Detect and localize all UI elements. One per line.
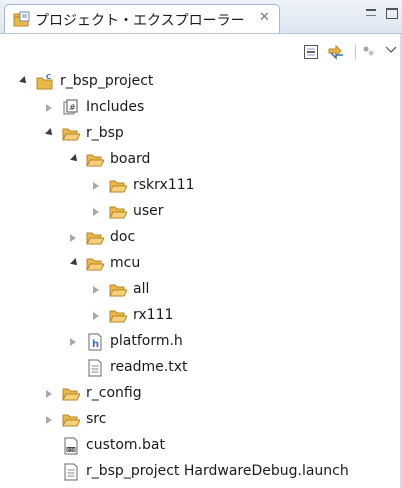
tree-item-label: r_bsp_project HardwareDebug.launch [86,463,349,479]
tree-item-rskrx111[interactable]: rskrx111 [0,174,402,198]
tree-item-label: readme.txt [110,359,188,375]
text-file-icon [88,359,102,377]
tree-item-rx111[interactable]: rx111 [0,304,402,328]
includes-icon: # [63,99,78,115]
tree-item-label: r_bsp_project [60,73,154,89]
expanded-triangle-icon[interactable] [70,258,80,268]
tree-item-board[interactable]: board [0,148,402,172]
expanded-triangle-icon[interactable] [45,128,55,138]
view-toolbar [0,34,402,64]
view-menu-icon[interactable] [362,44,376,58]
folder-icon [109,206,127,219]
tree-item-readme-txt[interactable]: readme.txt [0,356,402,380]
tree-item-launch-file[interactable]: r_bsp_project HardwareDebug.launch [0,460,402,484]
tree-item-label: src [86,411,107,427]
tree-item-src[interactable]: src [0,408,402,432]
svg-text:010: 010 [67,447,75,453]
collapsed-triangle-icon[interactable] [93,286,99,294]
tree-item-label: r_config [86,385,142,401]
tree-item-label: rx111 [133,307,174,323]
link-with-editor-icon[interactable] [327,44,345,60]
tree-item-label: all [133,281,150,297]
collapsed-triangle-icon[interactable] [46,390,52,398]
chevron-down-icon[interactable] [385,46,397,54]
tree-item-all[interactable]: all [0,278,402,302]
folder-icon [62,128,80,141]
folder-icon [86,154,104,167]
svg-text:#: # [69,103,76,112]
svg-text:h: h [92,339,99,350]
binary-file-icon: 010 [64,437,78,455]
minimize-icon[interactable] [366,9,376,16]
collapsed-triangle-icon[interactable] [93,208,99,216]
tree-item-doc[interactable]: doc [0,226,402,250]
collapse-all-icon[interactable] [303,44,319,60]
folder-icon [62,414,80,427]
tree-item-label: doc [110,229,136,245]
text-file-icon [64,463,78,481]
view-title: プロジェクト・エクスプローラー [35,13,245,29]
tree-item-label: user [133,203,164,219]
svg-text:C: C [46,73,51,81]
tree-item-mcu[interactable]: mcu [0,252,402,276]
tree-item-r-config[interactable]: r_config [0,382,402,406]
tree-item-label: custom.bat [86,437,165,453]
tree-item-label: platform.h [110,333,183,349]
tree-item-label: board [110,151,151,167]
tree-item-includes[interactable]: # Includes [0,96,402,120]
folder-icon [86,258,104,271]
tree-item-r-bsp-project[interactable]: C r_bsp_project [0,70,402,94]
folder-icon [62,388,80,401]
folder-icon [109,284,127,297]
project-explorer-icon [13,11,30,27]
tree-item-custom-bat[interactable]: 010 custom.bat [0,434,402,458]
close-icon[interactable]: ✕ [259,10,270,26]
c-project-icon: C [36,73,53,90]
tree-item-label: mcu [110,255,141,271]
tree-item-user[interactable]: user [0,200,402,224]
tree-item-label: rskrx111 [133,177,195,193]
collapsed-triangle-icon[interactable] [70,234,76,242]
collapsed-triangle-icon[interactable] [46,416,52,424]
toolbar-separator [355,44,356,60]
expanded-triangle-icon[interactable] [19,76,29,86]
collapsed-triangle-icon[interactable] [93,312,99,320]
tree-item-label: r_bsp [86,125,124,141]
collapsed-triangle-icon[interactable] [46,104,52,112]
view-tab-bar: プロジェクト・エクスプローラー ✕ [0,0,402,34]
project-explorer-tab[interactable]: プロジェクト・エクスプローラー ✕ [4,4,280,33]
folder-icon [109,180,127,193]
tree-item-r-bsp[interactable]: r_bsp [0,122,402,146]
header-file-icon: h [88,333,102,351]
expanded-triangle-icon[interactable] [70,154,80,164]
maximize-icon[interactable] [386,8,398,19]
tree-item-platform-h[interactable]: h platform.h [0,330,402,354]
folder-icon [109,310,127,323]
folder-icon [86,232,104,245]
collapsed-triangle-icon[interactable] [93,182,99,190]
tree-item-label: Includes [86,99,145,115]
collapsed-triangle-icon[interactable] [70,338,76,346]
